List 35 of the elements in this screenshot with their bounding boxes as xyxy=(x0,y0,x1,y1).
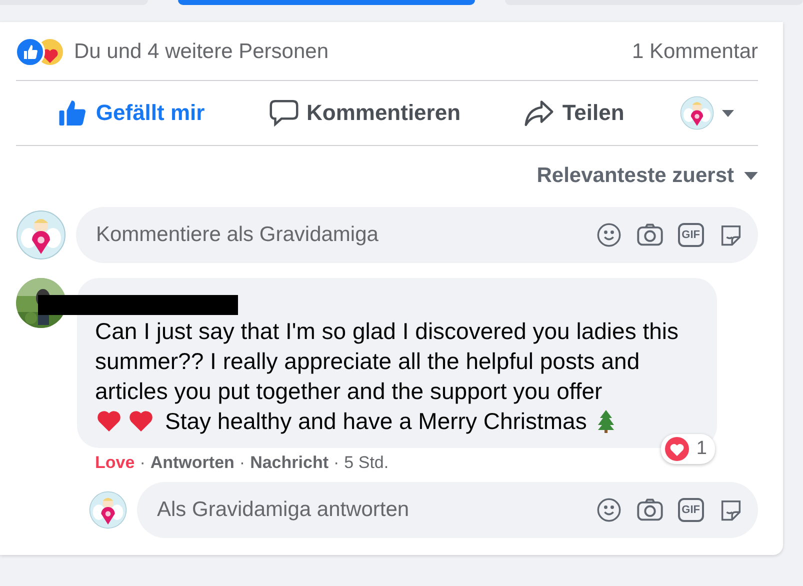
share-button[interactable]: Teilen xyxy=(516,95,632,131)
separator-dot: · xyxy=(239,453,246,473)
avatar xyxy=(680,96,714,130)
reactions-summary[interactable]: Du und 4 weitere Personen xyxy=(74,40,328,64)
share-arrow-icon xyxy=(524,99,554,127)
comment-action-link[interactable]: Nachricht xyxy=(250,453,328,473)
comment-text: Can I just say that I'm so glad I discovered you ladies this summer?? I really appreciate all the helpful posts and articles you put together and the support you offer xyxy=(95,317,680,406)
timestamp[interactable]: 5 Std. xyxy=(344,453,389,473)
reaction-badge[interactable]: 1 xyxy=(661,434,715,464)
camera-icon[interactable] xyxy=(636,222,664,248)
comment-action-link[interactable]: Antworten xyxy=(150,453,234,473)
comment-action-link[interactable]: Love xyxy=(95,453,135,473)
speech-bubble-icon xyxy=(268,99,298,127)
avatar xyxy=(16,210,66,260)
comment-count[interactable]: 1 Kommentar xyxy=(632,40,758,64)
separator-dot: · xyxy=(140,453,146,473)
emoji-icon[interactable] xyxy=(596,497,622,523)
emoji-icon[interactable] xyxy=(596,222,622,248)
gif-button[interactable]: GIF xyxy=(678,223,704,247)
like-button[interactable]: Gefällt mir xyxy=(50,95,213,131)
comment-text: Stay healthy and have a Merry Christmas xyxy=(165,408,587,434)
caret-icon xyxy=(722,110,734,116)
tree-icon xyxy=(596,409,615,433)
comment-button[interactable]: Kommentieren xyxy=(260,95,469,131)
reply-field[interactable]: Als Gravidamiga antworten GIF xyxy=(137,482,758,538)
avatar xyxy=(89,491,127,529)
reaction-icons xyxy=(16,37,64,67)
separator-dot: · xyxy=(334,453,340,473)
caret-icon xyxy=(744,172,758,180)
camera-icon[interactable] xyxy=(636,497,664,523)
profile-switcher[interactable] xyxy=(680,96,734,130)
thumbs-up-icon xyxy=(58,99,88,127)
gif-button[interactable]: GIF xyxy=(678,498,704,522)
comment-field[interactable]: Kommentiere als Gravidamiga GIF xyxy=(76,207,758,263)
sort-dropdown[interactable]: Relevanteste zuerst xyxy=(536,164,758,188)
